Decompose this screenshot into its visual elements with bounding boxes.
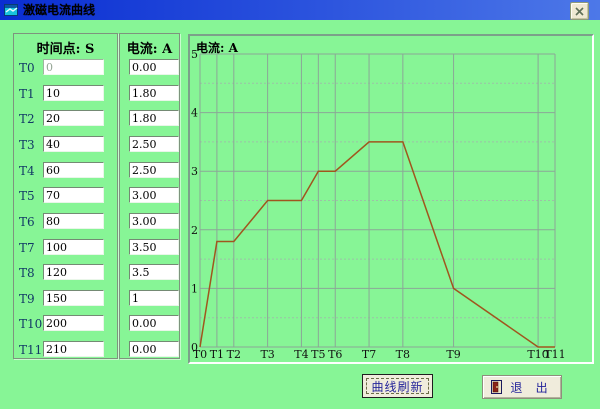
time-input-t4[interactable] — [43, 162, 104, 178]
time-input-t6[interactable] — [43, 213, 104, 229]
y-tick-label: 2 — [191, 224, 198, 237]
time-input-t0 — [43, 59, 104, 75]
refresh-curve-button[interactable]: 曲线刷新 — [362, 374, 433, 398]
current-input-t3[interactable] — [129, 136, 179, 152]
window-title: 激磁电流曲线 — [23, 0, 95, 20]
current-input-t5[interactable] — [129, 187, 179, 203]
current-curve — [200, 142, 555, 347]
x-tick-label: T9 — [446, 348, 460, 361]
current-input-t9[interactable] — [129, 290, 179, 306]
time-input-t7[interactable] — [43, 239, 104, 255]
row-label-t7: T7 — [19, 241, 45, 255]
x-tick-label: T2 — [227, 348, 241, 361]
time-header: 时间点: S — [14, 38, 117, 57]
refresh-curve-label: 曲线刷新 — [371, 378, 423, 395]
current-input-t0[interactable] — [129, 59, 179, 75]
time-input-t10[interactable] — [43, 315, 104, 331]
x-tick-label: T5 — [311, 348, 325, 361]
exit-button[interactable]: 退 出 — [482, 375, 562, 399]
current-input-t11[interactable] — [129, 341, 179, 357]
row-label-t11: T11 — [19, 343, 45, 357]
y-tick-label: 1 — [191, 282, 198, 295]
current-input-t8[interactable] — [129, 264, 179, 280]
current-input-t6[interactable] — [129, 213, 179, 229]
row-label-t4: T4 — [19, 164, 45, 178]
time-input-t3[interactable] — [43, 136, 104, 152]
y-tick-label: 3 — [191, 165, 198, 178]
x-tick-label: T6 — [328, 348, 342, 361]
time-input-t11[interactable] — [43, 341, 104, 357]
current-chart: 012345T0T1T2T3T4T5T6T7T8T9T10T11 — [190, 36, 592, 362]
time-input-t8[interactable] — [43, 264, 104, 280]
x-tick-label: T7 — [362, 348, 376, 361]
close-button[interactable] — [570, 2, 589, 20]
row-label-t6: T6 — [19, 215, 45, 229]
row-label-t9: T9 — [19, 292, 45, 306]
time-input-t1[interactable] — [43, 85, 104, 101]
current-frame: 电流: A — [119, 33, 180, 359]
time-input-t5[interactable] — [43, 187, 104, 203]
current-input-t4[interactable] — [129, 162, 179, 178]
row-label-t3: T3 — [19, 138, 45, 152]
chart-y-axis-label: 电流: A — [196, 39, 238, 56]
close-icon — [575, 7, 584, 16]
exit-door-icon — [491, 380, 502, 394]
row-label-t8: T8 — [19, 266, 45, 280]
row-label-t1: T1 — [19, 87, 45, 101]
current-input-t2[interactable] — [129, 110, 179, 126]
x-tick-label: T4 — [294, 348, 308, 361]
current-input-t1[interactable] — [129, 85, 179, 101]
x-tick-label: T8 — [396, 348, 410, 361]
current-input-t7[interactable] — [129, 239, 179, 255]
y-tick-label: 4 — [191, 107, 198, 120]
row-label-t5: T5 — [19, 189, 45, 203]
row-label-t0: T0 — [19, 61, 45, 75]
x-tick-label: T0 — [193, 348, 207, 361]
exit-label: 退 出 — [510, 379, 552, 396]
x-tick-label: T1 — [210, 348, 224, 361]
time-frame: 时间点: S T0 T1 T2 T3 T4 T5 T6 T7 T8 T9 T10 T11 — [13, 33, 118, 359]
row-label-t10: T10 — [19, 317, 45, 331]
time-input-t9[interactable] — [43, 290, 104, 306]
app-icon — [4, 4, 18, 16]
x-tick-label: T11 — [544, 348, 565, 361]
current-input-t10[interactable] — [129, 315, 179, 331]
app-window: 激磁电流曲线 时间点: S T0T1T2T3T4T5T6T7T8T9T10T11… — [0, 0, 600, 409]
title-bar: 激磁电流曲线 — [0, 0, 600, 20]
row-label-t2: T2 — [19, 112, 45, 126]
x-tick-label: T3 — [260, 348, 274, 361]
current-header: 电流: A — [120, 38, 179, 57]
chart-panel: 012345T0T1T2T3T4T5T6T7T8T9T10T11 电流: A — [188, 34, 594, 364]
time-input-t2[interactable] — [43, 110, 104, 126]
